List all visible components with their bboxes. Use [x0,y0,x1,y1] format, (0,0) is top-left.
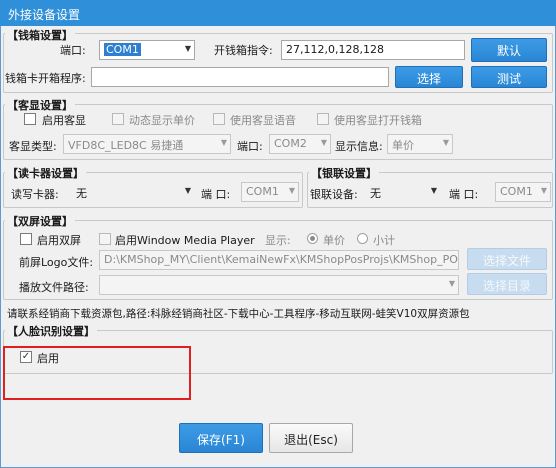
card-reader-select[interactable]: 无 ▼ [71,182,195,202]
unit-price-label: 单价 [323,234,345,247]
face-recognition-legend: 【人脸识别设置】 [5,323,97,339]
chevron-down-icon: ▼ [288,186,295,195]
card-reader-value: 无 [76,187,87,200]
highlight-box [3,346,191,400]
drawer-command-label: 开钱箱指令: [214,44,273,57]
choose-file-button[interactable]: 选择文件 [467,248,547,270]
union-pay-device-value: 无 [370,187,381,200]
wmp-label: 启用Window Media Player [115,234,255,247]
cash-drawer-port-select[interactable]: COM1 ▼ [99,40,195,60]
card-reader-port-select[interactable]: COM1 ▼ [241,182,299,202]
display-type-value: VFD8C_LED8C 易捷通 [68,139,184,152]
default-button[interactable]: 默认 [471,38,547,62]
logo-file-input[interactable]: D:\KMShop_MY\Client\KemaiNewFx\KMShopPos… [99,250,459,270]
logo-file-label: 前屏Logo文件: [19,256,94,269]
test-button[interactable]: 测试 [471,66,547,88]
union-pay-port-select[interactable]: COM1 ▼ [495,182,551,202]
display-open-drawer-checkbox[interactable] [317,113,329,125]
playlist-path-select[interactable]: ▼ [99,275,459,295]
union-pay-port-label: 端 口: [449,188,479,201]
subtotal-label: 小计 [373,234,395,247]
playlist-path-label: 播放文件路径: [19,281,89,294]
exit-button[interactable]: 退出(Esc) [269,423,353,453]
chevron-down-icon: ▼ [540,186,547,195]
chevron-down-icon: ▼ [430,186,437,195]
display-open-drawer-label: 使用客显打开钱箱 [334,114,422,127]
cash-drawer-port-value: COM1 [104,43,141,56]
display-port-label: 端口: [237,140,263,153]
display-type-label: 客显类型: [9,140,57,153]
choose-dir-button[interactable]: 选择目录 [467,273,547,295]
cash-drawer-port-label: 端口: [60,44,86,57]
union-pay-device-select[interactable]: 无 ▼ [365,182,441,202]
subtotal-radio[interactable] [357,233,368,244]
display-info-label: 显示信息: [335,140,383,153]
window-title: 外接设备设置 [0,0,556,26]
save-button[interactable]: 保存(F1) [179,423,263,453]
display-port-value: COM2 [274,137,307,150]
wmp-checkbox[interactable] [99,233,111,245]
card-reader-legend: 【读卡器设置】 [5,165,86,181]
union-pay-port-value: COM1 [500,185,533,198]
dynamic-price-label: 动态显示单价 [129,114,195,127]
enable-customer-display-checkbox[interactable] [24,113,36,125]
choose-program-button[interactable]: 选择 [395,66,463,88]
display-port-select[interactable]: COM2 ▼ [269,134,331,154]
display-info-value: 单价 [392,139,414,152]
enable-dual-screen-label: 启用双屏 [37,234,81,247]
settings-window: 【钱箱设置】 端口: COM1 ▼ 开钱箱指令: 27,112,0,128,12… [0,26,556,468]
card-reader-port-label: 端 口: [201,188,231,201]
cash-drawer-legend: 【钱箱设置】 [5,27,75,43]
show-label: 显示: [265,234,291,247]
union-pay-device-label: 银联设备: [310,188,358,201]
display-voice-label: 使用客显语音 [230,114,296,127]
enable-dual-screen-checkbox[interactable] [20,233,32,245]
chevron-down-icon: ▼ [184,44,191,53]
chevron-down-icon: ▼ [220,138,227,147]
card-program-label: 钱箱卡开箱程序: [5,72,86,85]
chevron-down-icon: ▼ [184,186,191,195]
drawer-command-input[interactable]: 27,112,0,128,128 [281,40,465,60]
display-voice-checkbox[interactable] [213,113,225,125]
enable-customer-display-label: 启用客显 [42,114,86,127]
chevron-down-icon: ▼ [442,138,449,147]
display-type-select[interactable]: VFD8C_LED8C 易捷通 ▼ [63,134,231,154]
unit-price-radio[interactable] [307,233,318,244]
union-pay-legend: 【银联设置】 [309,165,379,181]
chevron-down-icon: ▼ [448,279,455,288]
display-info-select[interactable]: 单价 ▼ [387,134,453,154]
customer-display-legend: 【客显设置】 [5,97,75,113]
dynamic-price-checkbox[interactable] [112,113,124,125]
card-reader-port-value: COM1 [246,185,279,198]
chevron-down-icon: ▼ [320,138,327,147]
card-program-input[interactable] [91,67,389,87]
resource-notice: 请联系经销商下载资源包,路径:科脉经销商社区-下载中心-工具程序-移动互联网-蛙… [7,308,470,320]
card-reader-label: 读写卡器: [11,188,59,201]
dual-screen-legend: 【双屏设置】 [5,213,75,229]
